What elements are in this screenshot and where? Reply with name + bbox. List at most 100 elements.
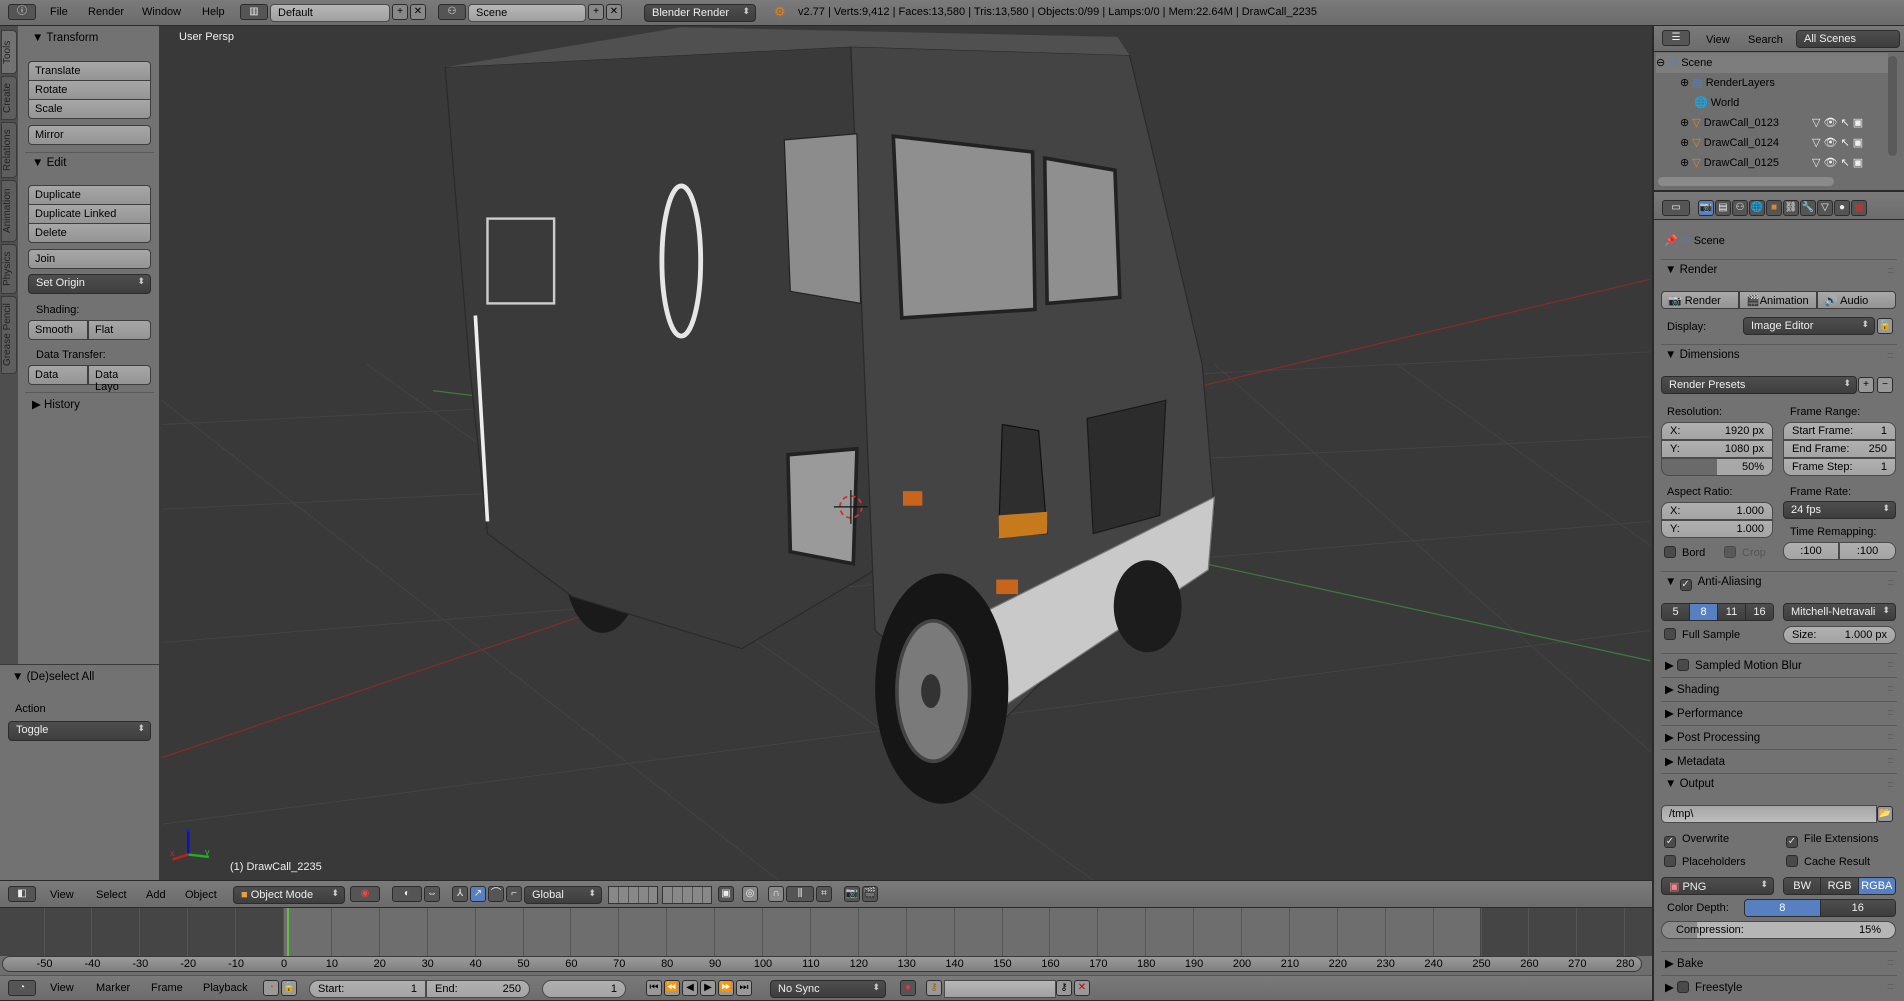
properties-context-tabs[interactable]: 📷 ▤ ⚇ 🌐 ■ ⛓ 🔧 ▽ ● ▦ (1698, 200, 1867, 216)
scale-manipulator-icon[interactable]: ⌒ (488, 886, 504, 902)
timeline-ruler[interactable]: -50 -40 -30 -20 -10 0 10 20 30 40 50 60 70 80 90 100 110… (2, 956, 1642, 972)
frame-rate-dropdown[interactable]: 24 fps ⬍ (1783, 501, 1896, 519)
post-processing-panel-header[interactable]: ▶ Post Processing:::: (1661, 725, 1897, 747)
full-sample-checkbox[interactable]: Full Sample (1664, 628, 1740, 641)
outliner-row-object[interactable]: ⊕ ▽ DrawCall_0124 ▽ 👁 ↖ ▣ (1656, 133, 1888, 153)
metadata-panel-header[interactable]: ▶ Metadata:::: (1661, 749, 1897, 771)
outliner-vertical-scrollbar[interactable] (1888, 56, 1897, 156)
time-remap-old-field[interactable]: :100 (1783, 542, 1839, 560)
start-frame-field[interactable]: Start Frame: 1 (1783, 422, 1896, 440)
delete-keyframe-icon[interactable]: ✕ (1074, 980, 1090, 996)
screen-layout-field[interactable]: Default (270, 4, 390, 22)
editor-type-icon[interactable]: ◧ (8, 886, 36, 902)
menu-select[interactable]: Select (96, 889, 127, 901)
snap-element-icon[interactable]: ⫼ (786, 886, 814, 902)
info-editor-type-icon[interactable]: ⓘ (8, 4, 36, 20)
outliner-horizontal-scrollbar[interactable] (1658, 177, 1834, 186)
aa-samples-5[interactable]: 5 (1662, 604, 1690, 620)
outliner-editor-type-icon[interactable]: ☰ (1662, 30, 1690, 46)
scale-icon[interactable]: ⌐ (506, 886, 522, 902)
outliner-row-renderlayers[interactable]: ⊕ ▤ RenderLayers (1656, 73, 1888, 93)
overwrite-checkbox[interactable]: ✓ Overwrite (1664, 833, 1729, 848)
translate-manipulator-icon[interactable]: ⅄ (452, 886, 468, 902)
frame-step-field[interactable]: Frame Step: 1 (1783, 458, 1896, 476)
menu-render[interactable]: Render (88, 6, 124, 18)
jump-start-icon[interactable]: ⏮ (646, 980, 662, 996)
insert-keyframe-icon[interactable]: ⚷ (1056, 980, 1072, 996)
render-tab-icon[interactable]: 📷 (1698, 200, 1714, 216)
jump-keyframe-forward-icon[interactable]: ⏩ (718, 980, 734, 996)
snap-target-icon[interactable]: ⌗ (816, 886, 832, 902)
animation-button[interactable]: 🎬Animation (1739, 291, 1817, 309)
expand-icon[interactable]: ⊕ (1680, 137, 1692, 149)
aspect-x-field[interactable]: X: 1.000 (1661, 502, 1773, 520)
duplicate-button[interactable]: Duplicate (28, 185, 151, 205)
scene-icon[interactable]: ⚇ (438, 4, 466, 20)
menu-timeline-view[interactable]: View (50, 982, 74, 994)
freestyle-panel-header[interactable]: ▶ Freestyle:::: (1661, 975, 1897, 997)
add-scene-icon[interactable]: + (588, 4, 604, 20)
duplicate-linked-button[interactable]: Duplicate Linked (28, 204, 151, 224)
visibility-icons[interactable]: ▽ 👁 ↖ ▣ (1812, 116, 1863, 129)
compression-slider[interactable]: Compression: 15% (1661, 921, 1896, 939)
visibility-icons[interactable]: ▽ 👁 ↖ ▣ (1812, 156, 1863, 169)
viewport-shading-icon[interactable]: ◉ (350, 886, 380, 902)
world-tab-icon[interactable]: 🌐 (1749, 200, 1765, 216)
screen-layout-icon[interactable]: ▥ (240, 4, 268, 20)
transform-orientation-dropdown[interactable]: Global ⬍ (524, 886, 602, 904)
menu-view[interactable]: View (50, 889, 74, 901)
resolution-x-field[interactable]: X: 1920 px (1661, 422, 1773, 440)
scene-field[interactable]: Scene (468, 4, 586, 22)
tab-grease-pencil[interactable]: Grease Pencil (1, 296, 17, 374)
render-button[interactable]: 📷 Render (1661, 291, 1739, 309)
keying-set-icon[interactable]: ⚷ (926, 980, 942, 996)
tab-tools[interactable]: Tools (1, 30, 17, 74)
constraints-tab-icon[interactable]: ⛓ (1783, 200, 1799, 216)
add-layout-icon[interactable]: + (392, 4, 408, 20)
pivot-point-icon[interactable]: ◐ (392, 886, 422, 902)
render-presets-dropdown[interactable]: Render Presets ⬍ (1661, 376, 1857, 394)
menu-marker[interactable]: Marker (96, 982, 130, 994)
color-depth-selector[interactable]: 8 16 (1744, 899, 1896, 917)
smooth-button[interactable]: Smooth (28, 320, 88, 340)
folder-browse-icon[interactable]: 📂 (1877, 806, 1893, 822)
outliner-row-object[interactable]: ⊕ ▽ DrawCall_0123 ▽ 👁 ↖ ▣ (1656, 113, 1888, 133)
anti-aliasing-panel-header[interactable]: ▼ ✓ Anti-Aliasing:::: (1661, 571, 1897, 593)
color-depth-8[interactable]: 8 (1745, 900, 1821, 916)
menu-frame[interactable]: Frame (151, 982, 183, 994)
color-mode-selector[interactable]: BW RGB RGBA (1783, 877, 1896, 895)
sync-dropdown[interactable]: No Sync ⬍ (770, 980, 886, 998)
layer-buttons-1[interactable] (608, 886, 658, 904)
scale-button[interactable]: Scale (28, 99, 151, 119)
collapse-icon[interactable]: ⊖ (1656, 57, 1668, 69)
mode-dropdown[interactable]: ■ Object Mode ⬍ (233, 886, 345, 904)
expand-icon[interactable]: ⊕ (1680, 77, 1692, 89)
performance-panel-header[interactable]: ▶ Performance:::: (1661, 701, 1897, 723)
lock-interface-icon[interactable]: 🔓 (1877, 318, 1893, 334)
tab-physics[interactable]: Physics (1, 244, 17, 294)
dimensions-panel-header[interactable]: ▼ Dimensions:::: (1661, 344, 1897, 366)
set-origin-dropdown[interactable]: Set Origin ⬍ (28, 274, 151, 294)
delete-button[interactable]: Delete (28, 223, 151, 243)
resolution-y-field[interactable]: Y: 1080 px (1661, 440, 1773, 458)
file-format-dropdown[interactable]: ▣ PNG ⬍ (1661, 877, 1774, 895)
audio-button[interactable]: 🔊 Audio (1817, 291, 1896, 309)
end-frame-field[interactable]: End Frame: 250 (1783, 440, 1896, 458)
anti-aliasing-checkbox[interactable]: ✓ (1679, 579, 1692, 591)
render-panel-header[interactable]: ▼ Render:::: (1661, 259, 1897, 281)
render-animation-icon[interactable]: 🎬 (862, 886, 878, 902)
preview-range-icon[interactable]: ◔ (263, 980, 279, 996)
expand-icon[interactable]: ⊕ (1680, 117, 1692, 129)
add-preset-icon[interactable]: + (1858, 377, 1874, 393)
output-panel-header[interactable]: ▼ Output:::: (1661, 773, 1897, 795)
outliner-filter-dropdown[interactable]: All Scenes (1796, 30, 1900, 48)
rotate-button[interactable]: Rotate (28, 80, 151, 100)
crop-checkbox[interactable]: Crop (1724, 546, 1766, 559)
border-checkbox[interactable]: Bord (1664, 546, 1705, 559)
visibility-icons[interactable]: ▽ 👁 ↖ ▣ (1812, 136, 1863, 149)
menu-file[interactable]: File (50, 6, 68, 18)
menu-playback[interactable]: Playback (203, 982, 248, 994)
bake-panel-header[interactable]: ▶ Bake:::: (1661, 951, 1897, 973)
play-icon[interactable]: ▶ (700, 980, 716, 996)
start-frame-field[interactable]: Start: 1 (309, 980, 426, 998)
